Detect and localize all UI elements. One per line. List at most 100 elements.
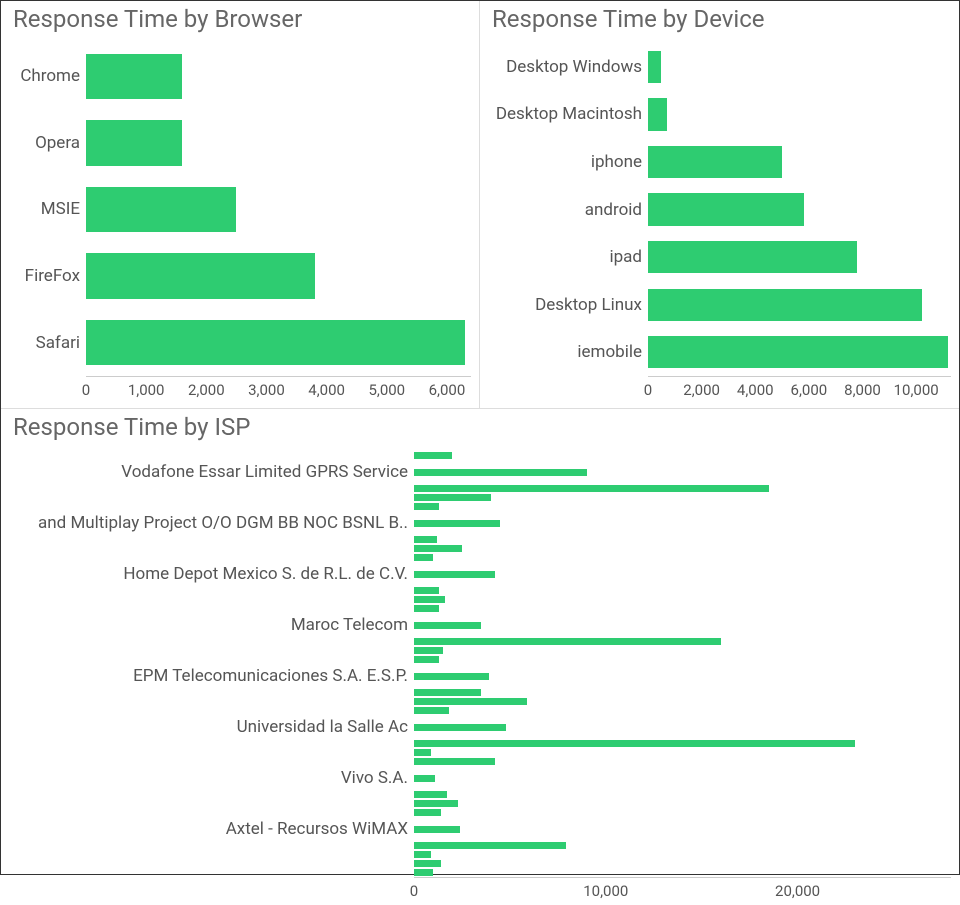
bar: [414, 740, 855, 747]
bar-row: Vivo S.A.: [9, 766, 951, 790]
bar-row: [9, 502, 951, 511]
bar-label: Maroc Telecom: [9, 617, 414, 634]
bar-track: [414, 553, 951, 562]
bar-row: [9, 655, 951, 664]
bar: [414, 656, 439, 663]
bar-track: [414, 706, 951, 715]
axis-ticks: 01,0002,0003,0004,0005,0006,000: [86, 376, 471, 404]
bar-track: [414, 790, 951, 799]
bar-track: [414, 850, 951, 859]
bar-track: [414, 535, 951, 544]
bar-label: Desktop Macintosh: [488, 104, 648, 124]
bar: [414, 842, 566, 849]
bar-row: [9, 757, 951, 766]
bar-row: Opera: [9, 110, 471, 177]
bar-track: [414, 859, 951, 868]
bar: [414, 605, 439, 612]
bar-row: FireFox: [9, 243, 471, 310]
bar-row: [9, 748, 951, 757]
bar-row: [9, 493, 951, 502]
bar: [648, 336, 948, 368]
bar-track: [414, 502, 951, 511]
bar-track: [648, 281, 951, 329]
bar: [648, 98, 667, 130]
bar-row: [9, 799, 951, 808]
bar-row: android: [488, 186, 951, 234]
bar-label: iemobile: [488, 342, 648, 362]
bar: [648, 51, 661, 83]
panel-title-browser: Response Time by Browser: [9, 5, 471, 33]
tick-label: 8,000: [844, 381, 881, 399]
chart-browser: ChromeOperaMSIEFireFoxSafari01,0002,0003…: [9, 43, 471, 404]
bar-label: Home Depot Mexico S. de R.L. de C.V.: [9, 566, 414, 583]
bar-track: [648, 186, 951, 234]
axis-ticks: 02,0004,0006,0008,00010,000: [648, 376, 951, 404]
bar: [414, 545, 462, 552]
bar-label: Axtel - Recursos WiMAX: [9, 821, 414, 838]
bar-track: [414, 697, 951, 706]
panel-title-device: Response Time by Device: [488, 5, 951, 33]
bar-track: [414, 868, 951, 877]
bar-track: [414, 451, 951, 460]
bar-track: [414, 688, 951, 697]
bar: [414, 749, 431, 756]
bar: [414, 536, 437, 543]
bar-row: [9, 868, 951, 877]
bar-row: iphone: [488, 138, 951, 186]
bar: [414, 452, 452, 459]
bar-track: [414, 757, 951, 766]
bar-row: [9, 739, 951, 748]
bar: [414, 758, 495, 765]
bar-track: [414, 595, 951, 604]
bar-track: [414, 748, 951, 757]
bar-track: [414, 460, 951, 484]
tick-label: 0: [410, 882, 418, 900]
tick-label: 3,000: [248, 381, 285, 399]
bar-row: Home Depot Mexico S. de R.L. de C.V.: [9, 562, 951, 586]
bar-track: [86, 110, 471, 177]
bar-track: [648, 233, 951, 281]
bar-track: [414, 484, 951, 493]
bar-track: [414, 637, 951, 646]
bar-row: [9, 646, 951, 655]
tick-label: 6,000: [791, 381, 828, 399]
bar-track: [414, 808, 951, 817]
bar-row: EPM Telecomunicaciones S.A. E.S.P.: [9, 664, 951, 688]
bar-row: Universidad la Salle Ac: [9, 715, 951, 739]
bar: [414, 638, 721, 645]
bar-track: [414, 646, 951, 655]
bar-row: [9, 451, 951, 460]
bar-track: [414, 715, 951, 739]
bar: [648, 146, 782, 178]
bar: [414, 673, 489, 680]
bar-label: ipad: [488, 247, 648, 267]
bar-label: EPM Telecomunicaciones S.A. E.S.P.: [9, 668, 414, 685]
bar-track: [648, 138, 951, 186]
bar-track: [414, 511, 951, 535]
bar-label: Chrome: [9, 66, 86, 86]
bar-row: iemobile: [488, 328, 951, 376]
bar-row: [9, 595, 951, 604]
bar: [414, 554, 433, 561]
x-axis: 010,00020,000: [9, 877, 951, 905]
bar-row: Axtel - Recursos WiMAX: [9, 817, 951, 841]
bar-row: [9, 859, 951, 868]
bar: [86, 253, 315, 298]
tick-label: 10,000: [583, 882, 628, 900]
bar-row: [9, 553, 951, 562]
panel-title-isp: Response Time by ISP: [9, 413, 951, 441]
bar: [86, 187, 236, 232]
bar-track: [414, 613, 951, 637]
bar-track: [648, 328, 951, 376]
bar: [414, 826, 460, 833]
bar-row: Chrome: [9, 43, 471, 110]
bar-label: Opera: [9, 133, 86, 153]
bar: [414, 596, 445, 603]
bar-row: Maroc Telecom: [9, 613, 951, 637]
bar-row: [9, 850, 951, 859]
bar-label: Desktop Linux: [488, 295, 648, 315]
bar-track: [86, 176, 471, 243]
panel-response-time-device: Response Time by Device Desktop WindowsD…: [480, 1, 959, 408]
bar-row: and Multiplay Project O/O DGM BB NOC BSN…: [9, 511, 951, 535]
panel-response-time-isp: Response Time by ISP Vodafone Essar Limi…: [1, 409, 959, 874]
